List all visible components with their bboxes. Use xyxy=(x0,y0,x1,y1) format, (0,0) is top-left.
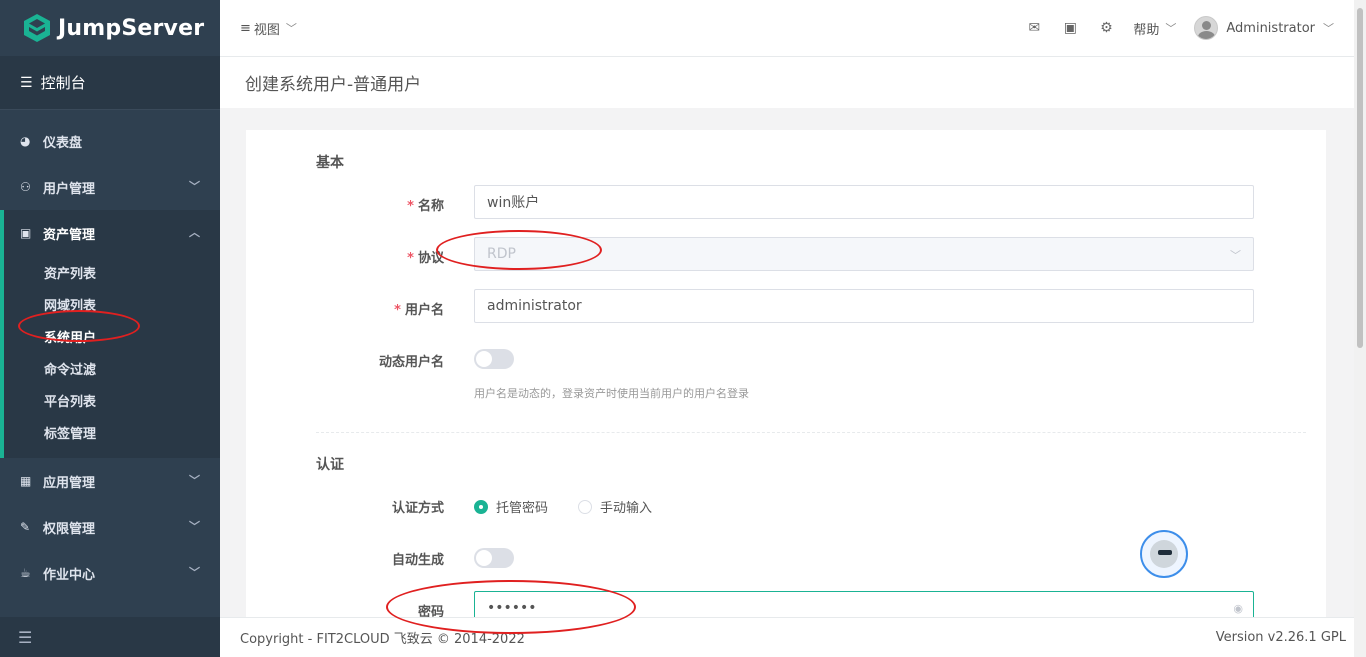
section-title-basic: 基本 xyxy=(316,155,344,171)
sidebar-item-label: 资产管理 xyxy=(43,227,96,243)
sidebar-subitem-asset-list[interactable]: 资产列表 xyxy=(4,256,220,288)
chevron-down-icon: ﹀ xyxy=(1323,22,1334,35)
auth-method-radio-group: 托管密码 手动输入 xyxy=(474,497,652,516)
auto-generate-label: 自动生成 xyxy=(391,553,444,568)
scrollbar-thumb[interactable] xyxy=(1357,8,1363,348)
users-icon: ⚇ xyxy=(20,180,31,194)
dashboard-icon: ◕ xyxy=(20,134,31,148)
collapse-sidebar-button[interactable]: ☰ xyxy=(0,617,220,657)
gear-icon[interactable]: ⚙ xyxy=(1097,19,1115,37)
sidebar-item-permissions[interactable]: ✎ 权限管理 ﹀ xyxy=(0,504,220,550)
dynamic-username-toggle[interactable] xyxy=(474,349,514,369)
logo[interactable]: JumpServer xyxy=(0,0,220,56)
sidebar-item-label: 仪表盘 xyxy=(43,135,83,151)
help-label: 帮助 xyxy=(1133,22,1160,38)
sidebar-item-label: 用户管理 xyxy=(43,181,96,197)
sidebar-subitem-system-user[interactable]: 系统用户 xyxy=(4,320,220,352)
collapse-menu-icon: ☰ xyxy=(18,627,33,647)
dynamic-username-label: 动态用户名 xyxy=(378,355,444,370)
version-text: Version v2.26.1 GPL xyxy=(1215,630,1346,645)
sidebar-subitem-command-filter[interactable]: 命令过滤 xyxy=(4,352,220,384)
page-title: 创建系统用户-普通用户 xyxy=(245,75,422,95)
topbar: ≡ 视图 ﹀ ✉ ▣ ⚙ 帮助 ﹀ Administrator ﹀ xyxy=(220,0,1354,56)
chevron-down-icon: ﹀ xyxy=(189,520,200,533)
username-label: * 用户名 xyxy=(394,303,444,318)
radio-manual-input[interactable]: 手动输入 xyxy=(578,497,652,516)
sidebar-item-jobs[interactable]: ☕ 作业中心 ﹀ xyxy=(0,550,220,596)
username-input[interactable]: administrator xyxy=(474,289,1254,323)
jumpserver-logo-icon xyxy=(24,14,50,42)
sidebar-group-assets: ▣ 资产管理 ︿ 资产列表 网域列表 系统用户 命令过滤 平台列表 标签管理 xyxy=(0,210,220,458)
console-label: 控制台 xyxy=(40,74,86,92)
view-menu[interactable]: ≡ 视图 ﹀ xyxy=(240,19,297,38)
sidebar-subitem-label-manage[interactable]: 标签管理 xyxy=(4,416,220,448)
sidebar-item-dashboard[interactable]: ◕ 仪表盘 xyxy=(0,118,220,164)
mail-icon[interactable]: ✉ xyxy=(1025,19,1043,37)
sliders-icon: ☰ xyxy=(20,74,33,91)
chevron-down-icon: ﹀ xyxy=(1165,22,1177,35)
sidebar: JumpServer ☰ 控制台 ◕ 仪表盘 ⚇ 用户管理 ﹀ ▣ 资产管理 ︿… xyxy=(0,0,220,657)
sidebar-item-label: 权限管理 xyxy=(43,521,96,537)
name-input[interactable]: win账户 xyxy=(474,185,1254,219)
chevron-down-icon: ﹀ xyxy=(189,180,200,193)
grid-icon: ▦ xyxy=(20,474,32,488)
sidebar-item-users[interactable]: ⚇ 用户管理 ﹀ xyxy=(0,164,220,210)
terminal-icon[interactable]: ▣ xyxy=(1061,19,1079,37)
password-input[interactable]: •••••• ◉ xyxy=(474,591,1254,620)
avatar xyxy=(1194,16,1219,40)
dynamic-username-hint: 用户名是动态的，登录资产时使用当前用户的用户名登录 xyxy=(474,387,749,400)
radio-dot xyxy=(578,499,593,514)
protocol-select[interactable]: RDP ﹀ xyxy=(474,237,1254,271)
view-label: 视图 xyxy=(253,22,280,38)
user-menu[interactable]: Administrator ﹀ xyxy=(1194,16,1334,40)
assistant-bot-button[interactable] xyxy=(1140,530,1188,578)
name-label: * 名称 xyxy=(407,199,444,214)
chevron-down-icon: ﹀ xyxy=(285,22,297,35)
auto-generate-toggle[interactable] xyxy=(474,548,514,568)
page-header: 创建系统用户-普通用户 xyxy=(220,56,1354,108)
protocol-label: * 协议 xyxy=(407,251,444,266)
sidebar-item-assets[interactable]: ▣ 资产管理 ︿ xyxy=(4,210,220,256)
user-name: Administrator xyxy=(1226,20,1315,36)
section-title-auth: 认证 xyxy=(316,457,344,473)
page-scrollbar[interactable] xyxy=(1354,0,1366,657)
help-menu[interactable]: 帮助 ﹀ xyxy=(1133,19,1176,38)
section-divider xyxy=(316,432,1306,433)
chevron-down-icon: ﹀ xyxy=(189,566,200,579)
chevron-down-icon: ﹀ xyxy=(189,474,200,487)
sidebar-item-label: 作业中心 xyxy=(43,567,96,583)
sidebar-subitem-domain-list[interactable]: 网域列表 xyxy=(4,288,220,320)
menu-icon: ≡ xyxy=(240,20,251,36)
footer: Copyright - FIT2CLOUD 飞致云 © 2014-2022 Ve… xyxy=(220,617,1354,657)
sidebar-subitem-platform-list[interactable]: 平台列表 xyxy=(4,384,220,416)
eye-icon[interactable]: ◉ xyxy=(1233,602,1243,615)
radio-dot xyxy=(474,499,488,514)
auth-method-label: 认证方式 xyxy=(391,501,444,516)
chevron-down-icon: ﹀ xyxy=(1230,249,1241,262)
logo-text: JumpServer xyxy=(58,15,205,41)
radio-managed-password[interactable]: 托管密码 xyxy=(474,497,548,516)
console-header[interactable]: ☰ 控制台 xyxy=(0,56,220,110)
copyright-text: Copyright - FIT2CLOUD 飞致云 © 2014-2022 xyxy=(240,632,525,647)
sidebar-item-label: 应用管理 xyxy=(43,475,96,491)
coffee-icon: ☕ xyxy=(20,566,31,580)
sidebar-item-applications[interactable]: ▦ 应用管理 ﹀ xyxy=(0,458,220,504)
edit-icon: ✎ xyxy=(20,520,31,534)
bot-eyes xyxy=(1158,550,1172,555)
inbox-icon: ▣ xyxy=(20,226,32,240)
chevron-up-icon: ︿ xyxy=(189,226,200,239)
